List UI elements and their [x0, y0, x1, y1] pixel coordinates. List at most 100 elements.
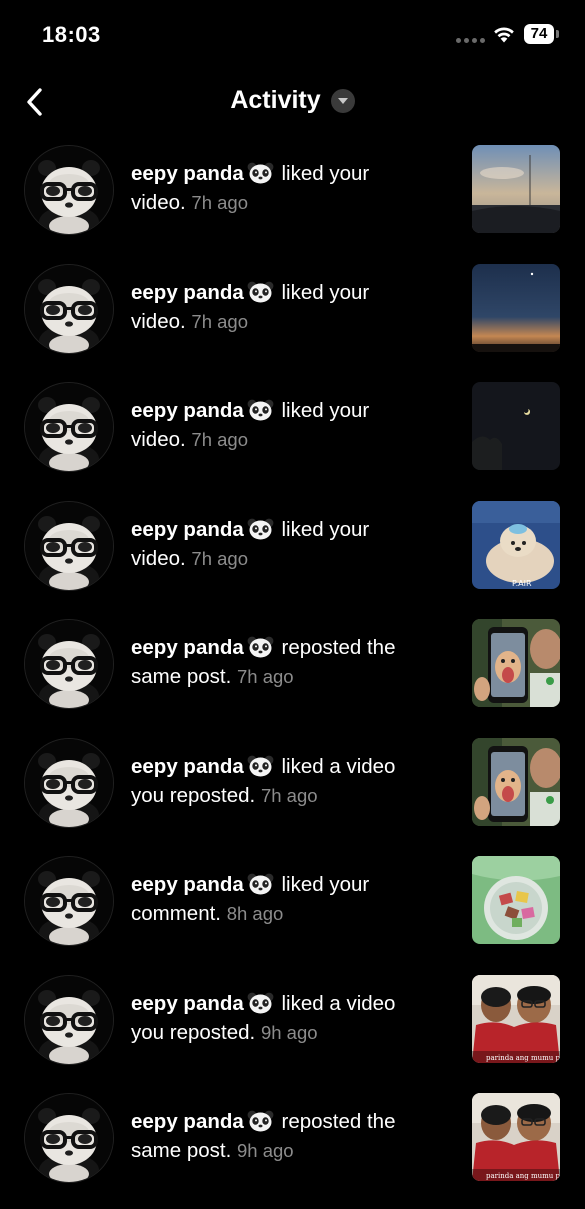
activity-item-3[interactable]: eepy panda liked your video. 7h ago	[0, 379, 585, 498]
activity-text: eepy panda liked your video. 7h ago	[131, 159, 451, 217]
username[interactable]: eepy panda	[131, 518, 244, 541]
status-bar: 18:03 74	[0, 0, 585, 70]
timestamp: 9h ago	[236, 1140, 294, 1161]
activity-target: video.	[131, 546, 186, 570]
activity-item-6[interactable]: eepy panda liked a video you reposted. 7h…	[0, 735, 585, 854]
video-thumbnail[interactable]: parinda ang mumu pa	[472, 974, 560, 1063]
video-thumbnail[interactable]: P.AIR	[472, 500, 560, 589]
video-thumbnail[interactable]	[472, 382, 560, 470]
timestamp: 7h ago	[191, 429, 249, 450]
panda-emoji-icon	[247, 1110, 274, 1132]
thumb-kids-red-image: parinda ang mumu pa	[472, 974, 560, 1063]
avatar[interactable]	[24, 382, 114, 472]
activity-item-8[interactable]: eepy panda liked a video you reposted. 9h…	[0, 972, 585, 1091]
username[interactable]: eepy panda	[131, 1110, 244, 1133]
panda-emoji-icon	[247, 636, 274, 658]
username[interactable]: eepy panda	[131, 873, 244, 896]
page-title: Activity	[230, 86, 321, 114]
video-thumbnail[interactable]	[472, 145, 560, 233]
activity-action: liked your	[275, 162, 370, 185]
timestamp: 9h ago	[260, 1021, 318, 1043]
timestamp: 7h ago	[236, 666, 294, 687]
activity-text: eepy panda reposted the same post. 9h ago	[131, 1107, 451, 1165]
video-thumbnail[interactable]	[472, 263, 560, 352]
activity-text: eepy panda liked your video. 7h ago	[131, 396, 451, 454]
timestamp: 7h ago	[191, 547, 249, 569]
activity-target: video.	[131, 309, 186, 333]
activity-action: liked your	[275, 399, 370, 422]
activity-text: eepy panda reposted the same post. 7h ago	[131, 633, 451, 691]
video-thumbnail[interactable]	[472, 856, 560, 944]
activity-list: eepy panda liked your video. 7h ago eepy…	[0, 142, 585, 1209]
panda-plush-avatar-image	[25, 620, 113, 708]
username[interactable]: eepy panda	[131, 162, 244, 185]
timestamp: 7h ago	[191, 310, 249, 332]
avatar[interactable]	[24, 500, 114, 591]
title-selector[interactable]: Activity	[0, 86, 585, 115]
activity-action: reposted the	[275, 636, 396, 659]
avatar[interactable]	[24, 619, 114, 709]
activity-text: eepy panda liked your video. 7h ago	[131, 278, 451, 336]
activity-target: video.	[131, 428, 186, 451]
activity-item-5[interactable]: eepy panda reposted the same post. 7h ago	[0, 616, 585, 735]
activity-text: eepy panda liked your video. 7h ago	[131, 515, 451, 573]
panda-plush-avatar-image	[25, 738, 113, 827]
activity-text: eepy panda liked a video you reposted. 9h…	[131, 989, 451, 1047]
activity-action: liked a video	[275, 991, 396, 1015]
wifi-icon	[494, 27, 514, 43]
timestamp: 7h ago	[260, 784, 318, 806]
thumb-caption: parinda ang mumu pa	[486, 1054, 560, 1062]
avatar[interactable]	[24, 737, 114, 828]
thumb-candy-plate-image	[472, 856, 560, 944]
panda-emoji-icon	[247, 281, 274, 302]
thumb-dusk-sky-image	[472, 263, 560, 352]
activity-action: liked a video	[275, 754, 396, 778]
username[interactable]: eepy panda	[131, 281, 244, 304]
avatar[interactable]	[24, 856, 114, 946]
battery-tip	[556, 30, 559, 38]
activity-action: liked your	[275, 873, 370, 896]
activity-item-4[interactable]: eepy panda liked your video. 7h ago P.AIR	[0, 498, 585, 617]
panda-plush-avatar-image	[25, 1094, 113, 1182]
video-thumbnail[interactable]: parinda ang mumu pa	[472, 1093, 560, 1181]
activity-item-9[interactable]: eepy panda reposted the same post. 9h ago…	[0, 1090, 585, 1209]
cellular-signal-icon	[456, 38, 485, 43]
timestamp: 7h ago	[191, 192, 249, 213]
activity-action: liked your	[275, 517, 370, 541]
panda-plush-avatar-image	[25, 857, 113, 945]
thumb-dog-phone-image	[472, 737, 560, 826]
caret-down-icon	[337, 97, 348, 104]
video-thumbnail[interactable]	[472, 737, 560, 826]
activity-text: eepy panda liked your comment. 8h ago	[131, 870, 451, 928]
panda-emoji-icon	[247, 518, 274, 539]
header: Activity	[0, 78, 585, 130]
username[interactable]: eepy panda	[131, 755, 244, 778]
activity-item-2[interactable]: eepy panda liked your video. 7h ago	[0, 261, 585, 380]
avatar[interactable]	[24, 145, 114, 235]
panda-plush-avatar-image	[25, 501, 113, 590]
activity-item-7[interactable]: eepy panda liked your comment. 8h ago	[0, 853, 585, 972]
username[interactable]: eepy panda	[131, 636, 244, 659]
avatar[interactable]	[24, 263, 114, 354]
thumb-kids-red-image: parinda ang mumu pa	[472, 1093, 560, 1181]
activity-text: eepy panda liked a video you reposted. 7h…	[131, 752, 451, 810]
dropdown-button[interactable]	[330, 88, 355, 113]
panda-plush-avatar-image	[25, 975, 113, 1064]
activity-target: same post.	[131, 665, 232, 688]
avatar[interactable]	[24, 974, 114, 1065]
panda-emoji-icon	[247, 992, 274, 1013]
username[interactable]: eepy panda	[131, 992, 244, 1015]
activity-target: video.	[131, 191, 186, 214]
activity-item-1[interactable]: eepy panda liked your video. 7h ago	[0, 142, 585, 261]
svg-text:P.AIR: P.AIR	[512, 579, 532, 588]
activity-action: liked your	[275, 280, 370, 304]
avatar[interactable]	[24, 1093, 114, 1183]
panda-emoji-icon	[247, 755, 274, 776]
video-thumbnail[interactable]	[472, 619, 560, 707]
activity-target: comment.	[131, 902, 221, 925]
panda-emoji-icon	[247, 162, 274, 184]
thumb-night-moon-image	[472, 382, 560, 470]
panda-plush-avatar-image	[25, 264, 113, 353]
username[interactable]: eepy panda	[131, 399, 244, 422]
thumb-fluffy-dog-image: P.AIR	[472, 500, 560, 589]
